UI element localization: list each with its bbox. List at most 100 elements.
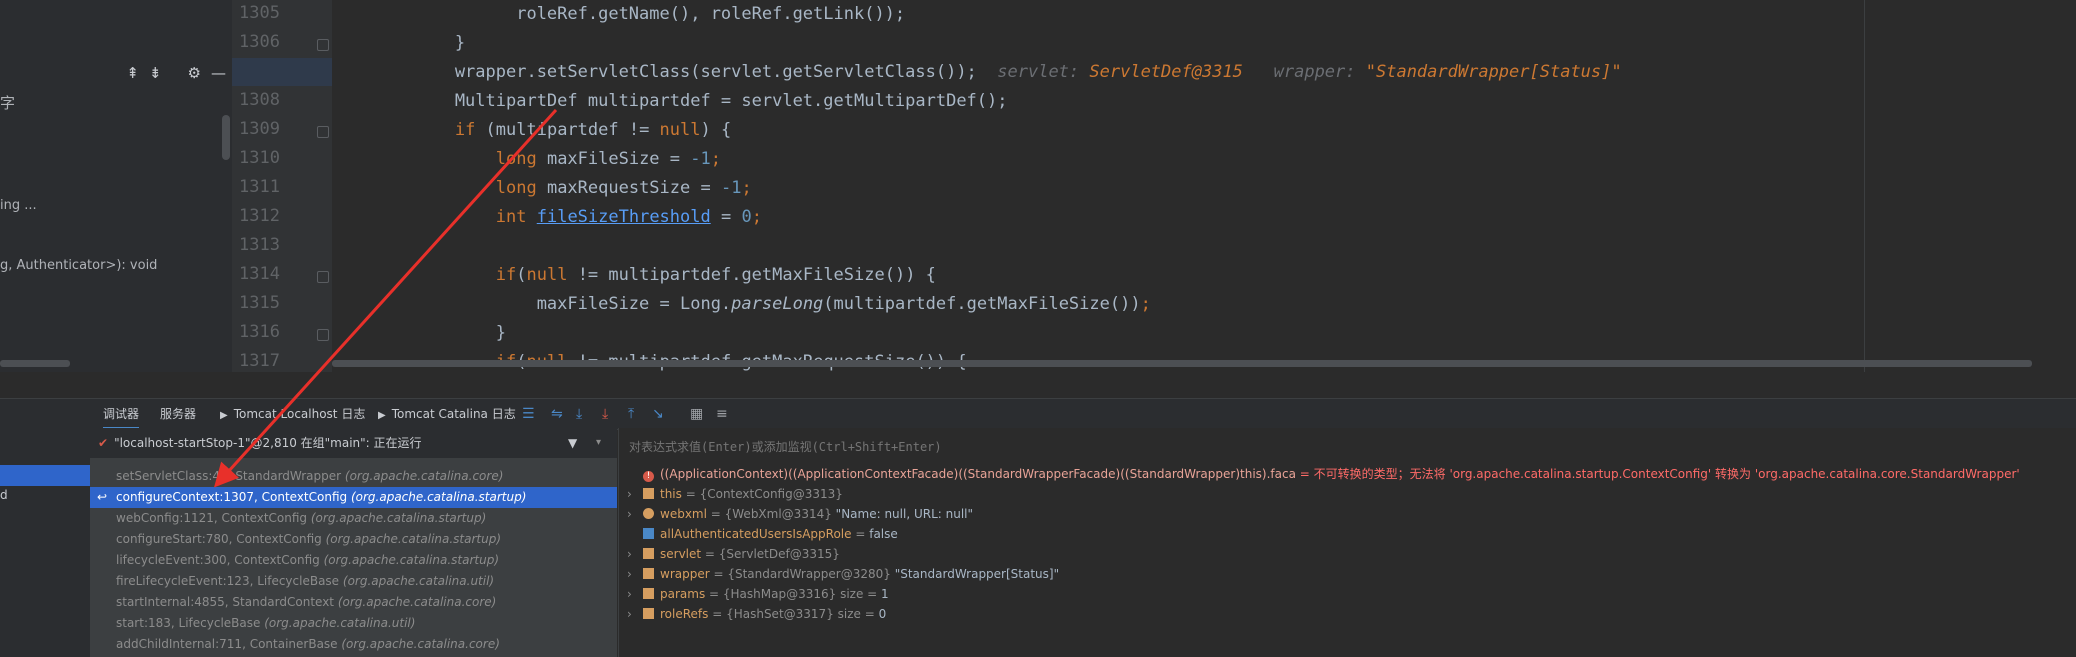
chevron-down-icon[interactable]: ▾ xyxy=(596,428,601,458)
variable-row[interactable]: › params = {HashMap@3316} size = 1 xyxy=(627,584,889,604)
code-line[interactable]: maxFileSize = Long.parseLong(multipartde… xyxy=(332,290,1151,319)
fold-marker-icon[interactable] xyxy=(317,329,329,341)
expand-chevron-icon[interactable]: › xyxy=(627,564,643,584)
line-number[interactable]: 1314 xyxy=(232,264,280,284)
field-icon xyxy=(643,568,654,579)
right-margin-guide xyxy=(1864,0,1865,372)
code-token: maxFileSize = Long. xyxy=(332,294,732,314)
code-line[interactable]: roleRef.getName(), roleRef.getLink()); xyxy=(332,0,905,29)
frame-method: start:183 xyxy=(116,616,171,630)
variable-type: = {ContextConfig@3313} xyxy=(681,487,843,501)
expand-chevron-icon[interactable]: › xyxy=(627,604,643,624)
variable-row[interactable]: › servlet = {ServletDef@3315} xyxy=(627,544,840,564)
line-number[interactable]: 1315 xyxy=(232,293,280,313)
parameter-icon xyxy=(643,508,654,519)
variable-row[interactable]: › webxml = {WebXml@3314} "Name: null, URL… xyxy=(627,504,973,524)
code-line[interactable]: if(null != multipartdef.getMaxFileSize()… xyxy=(332,261,936,290)
error-icon: ! xyxy=(643,471,654,482)
expand-chevron-icon[interactable]: › xyxy=(627,504,643,524)
variable-row[interactable]: › this = {ContextConfig@3313} xyxy=(627,484,843,504)
step-over-icon[interactable]: ⤓ xyxy=(576,406,582,422)
line-number[interactable]: 1308 xyxy=(232,90,280,110)
variable-row[interactable]: › roleRefs = {HashSet@3317} size = 0 xyxy=(627,604,886,624)
structure-horizontal-scrollbar[interactable] xyxy=(0,360,70,367)
code-line[interactable]: MultipartDef multipartdef = servlet.getM… xyxy=(332,87,1008,116)
line-number[interactable]: 1306 xyxy=(232,32,280,52)
stack-frame[interactable]: ↩ configureContext:1307, ContextConfig (o… xyxy=(90,487,617,508)
frame-package: (org.apache.catalina.startup) xyxy=(350,490,527,504)
line-number[interactable]: 1305 xyxy=(232,3,280,23)
code-token: fileSizeThreshold xyxy=(536,207,711,227)
tab-debugger[interactable]: 调试器 xyxy=(103,399,140,429)
line-number[interactable]: 1312 xyxy=(232,206,280,226)
variable-value: false xyxy=(869,527,898,541)
thread-selector[interactable]: ✔ "localhost-startStop-1"@2,810 在组"main":… xyxy=(90,428,617,458)
line-number[interactable]: 1309 xyxy=(232,119,280,139)
code-line[interactable]: wrapper.setServletClass(servlet.getServl… xyxy=(332,58,1622,87)
show-execution-point-icon[interactable]: ⇋ xyxy=(551,406,563,422)
stack-frame[interactable]: setServletClass:47, StandardWrapper (org… xyxy=(90,466,617,487)
code-line[interactable]: if (multipartdef != null) { xyxy=(332,116,731,145)
variable-row[interactable]: allAuthenticatedUsersIsAppRole = false xyxy=(627,524,898,544)
tab-server[interactable]: 服务器 xyxy=(160,399,196,429)
line-number[interactable]: 1316 xyxy=(232,322,280,342)
stack-frame[interactable]: addChildInternal:711, ContainerBase (org… xyxy=(90,634,617,655)
code-token: (multipartdef != xyxy=(475,120,660,140)
step-into-icon[interactable]: ⤓ xyxy=(602,406,608,422)
menu-icon[interactable]: ☰ xyxy=(522,406,535,422)
stack-frame[interactable]: startInternal:4855, StandardContext (org… xyxy=(90,592,617,613)
frame-method: configureContext:1307 xyxy=(116,490,254,504)
collapse-all-icon[interactable]: ⇟ xyxy=(149,64,162,82)
tab-label: Tomcat Localhost 日志 xyxy=(233,407,366,421)
expand-chevron-icon[interactable]: › xyxy=(627,484,643,504)
code-token: ) { xyxy=(700,120,732,140)
stack-frame[interactable]: fireLifecycleEvent:123, LifecycleBase (o… xyxy=(90,571,617,592)
code-editor[interactable]: roleRef.getName(), roleRef.getLink()); }… xyxy=(332,0,2076,372)
structure-vertical-scrollbar[interactable] xyxy=(222,115,230,160)
structure-item[interactable]: 字 xyxy=(0,92,15,113)
code-token: if xyxy=(454,120,476,140)
fold-marker-icon[interactable] xyxy=(317,39,329,51)
fold-marker-icon[interactable] xyxy=(317,126,329,138)
minimize-icon[interactable]: — xyxy=(211,64,226,82)
structure-item[interactable]: g, Authenticator>): void xyxy=(0,258,157,273)
run-to-cursor-icon[interactable]: ↘ xyxy=(652,406,664,422)
editor-horizontal-scrollbar[interactable] xyxy=(332,360,2032,367)
filter-icon[interactable]: ▼ xyxy=(568,428,577,458)
variable-name: params xyxy=(660,587,706,601)
stack-frame[interactable]: configureStart:780, ContextConfig (org.a… xyxy=(90,529,617,550)
code-token: MultipartDef multipartdef = servlet.getM… xyxy=(332,91,1008,111)
stack-frame[interactable]: webConfig:1121, ContextConfig (org.apach… xyxy=(90,508,617,529)
line-number[interactable]: 1317 xyxy=(232,351,280,371)
fold-marker-icon[interactable] xyxy=(317,271,329,283)
structure-item[interactable]: ing ... xyxy=(0,198,37,213)
step-out-icon[interactable]: ⤒ xyxy=(628,406,634,422)
line-number[interactable]: 1310 xyxy=(232,148,280,168)
inline-debug-value: servlet: xyxy=(976,62,1090,82)
code-line[interactable]: long maxRequestSize = -1; xyxy=(332,174,752,203)
stack-frame[interactable]: start:183, LifecycleBase (org.apache.cat… xyxy=(90,613,617,634)
code-line[interactable]: int fileSizeThreshold = 0; xyxy=(332,203,762,232)
tab-tomcat-localhost-log[interactable]: ▶ Tomcat Localhost 日志 xyxy=(220,399,365,429)
variable-row[interactable]: › wrapper = {StandardWrapper@3280} "Stand… xyxy=(627,564,1059,584)
code-token: -1 xyxy=(720,178,742,198)
gear-icon[interactable]: ⚙ xyxy=(188,64,201,82)
tab-tomcat-catalina-log[interactable]: ▶ Tomcat Catalina 日志 xyxy=(378,399,516,429)
expand-all-icon[interactable]: ⇞ xyxy=(126,64,139,82)
line-number[interactable]: 1313 xyxy=(232,235,280,255)
evaluate-expression-icon[interactable]: ▦ xyxy=(690,406,703,422)
line-number[interactable]: 1311 xyxy=(232,177,280,197)
code-line[interactable]: } xyxy=(332,319,506,348)
code-line[interactable]: } xyxy=(332,29,465,58)
inline-debug-value: wrapper: xyxy=(1242,62,1366,82)
code-line[interactable]: long maxFileSize = -1; xyxy=(332,145,721,174)
more-icon[interactable]: ≡ xyxy=(716,406,728,422)
expand-chevron-icon[interactable]: › xyxy=(627,584,643,604)
expand-chevron-icon[interactable]: › xyxy=(627,544,643,564)
stack-frame[interactable]: lifecycleEvent:300, ContextConfig (org.a… xyxy=(90,550,617,571)
evaluation-error-row[interactable]: ! ((ApplicationContext)((ApplicationConte… xyxy=(643,464,2020,484)
code-token: maxRequestSize = xyxy=(536,178,721,198)
evaluate-expression-input[interactable] xyxy=(627,436,2071,458)
